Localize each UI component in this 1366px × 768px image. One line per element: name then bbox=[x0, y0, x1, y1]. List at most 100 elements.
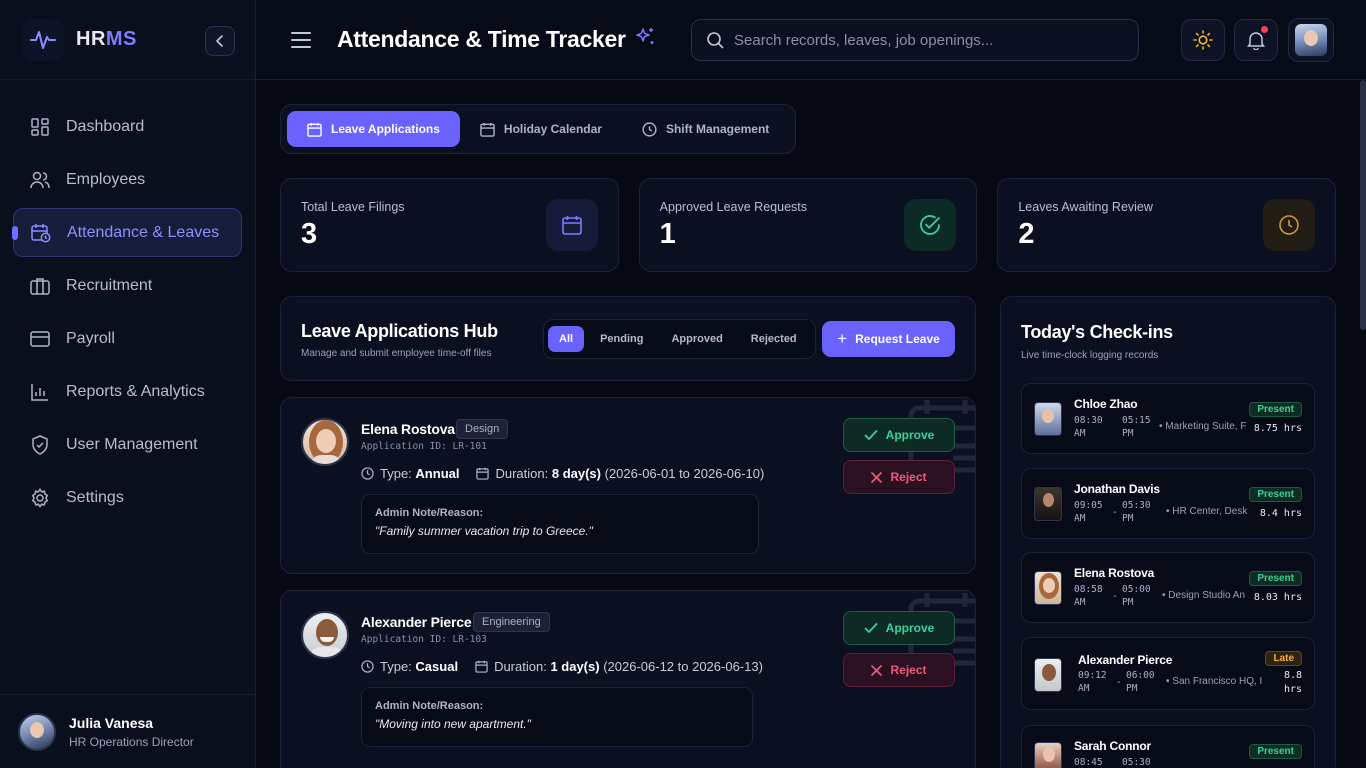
credit-card-icon bbox=[30, 329, 50, 349]
plus-icon: + bbox=[837, 329, 848, 348]
employee-name: Alexander Pierce bbox=[361, 614, 472, 630]
check-in-time: 09:12 AM bbox=[1078, 670, 1107, 694]
calendar-icon bbox=[307, 122, 322, 137]
check-icon bbox=[864, 622, 878, 634]
stat-card-awaiting: Leaves Awaiting Review 2 bbox=[997, 178, 1337, 272]
brand-name: HRMS bbox=[76, 28, 137, 50]
search-input[interactable] bbox=[734, 31, 1114, 49]
check-in-time: 08:58 AM bbox=[1074, 584, 1103, 608]
checkin-item[interactable]: Alexander Pierce Late 09:12 AM - 06:00 PM … bbox=[1021, 637, 1315, 710]
filter-all[interactable]: All bbox=[548, 326, 585, 352]
leave-type: Annual bbox=[415, 466, 460, 481]
sidebar-item-employees[interactable]: Employees bbox=[13, 155, 242, 204]
application-id: Application ID: LR-101 bbox=[361, 441, 487, 452]
check-in-time: 08:30 AM bbox=[1074, 415, 1103, 439]
bell-icon bbox=[1247, 32, 1265, 50]
checkin-item[interactable]: Jonathan Davis Present 09:05 AM - 05:30 PM… bbox=[1021, 468, 1315, 539]
checkin-name: Sarah Connor bbox=[1074, 739, 1151, 753]
avatar bbox=[1034, 571, 1062, 605]
sidebar-item-dashboard[interactable]: Dashboard bbox=[13, 102, 242, 151]
hours-worked: 8.75 hrs bbox=[1253, 423, 1302, 434]
approve-button[interactable]: Approve bbox=[843, 418, 955, 452]
checkin-name: Jonathan Davis bbox=[1074, 482, 1160, 496]
leave-hub-header: Leave Applications Hub Manage and submit… bbox=[280, 296, 976, 381]
menu-icon[interactable] bbox=[291, 31, 311, 48]
tab-holiday-calendar[interactable]: Holiday Calendar bbox=[460, 111, 622, 147]
tab-leave-applications[interactable]: Leave Applications bbox=[287, 111, 460, 147]
checkins-subtitle: Live time-clock logging records bbox=[1021, 350, 1159, 361]
gear-icon bbox=[30, 487, 50, 508]
leave-duration: 1 day(s) bbox=[550, 659, 600, 674]
sidebar-item-label: Reports & Analytics bbox=[66, 382, 205, 400]
sidebar-item-reports[interactable]: Reports & Analytics bbox=[13, 367, 242, 416]
search-icon bbox=[707, 32, 724, 49]
sidebar-item-settings[interactable]: Settings bbox=[13, 473, 242, 522]
note-text: "Family summer vacation trip to Greece." bbox=[375, 524, 593, 538]
checkin-location: • San Francisco HQ, I bbox=[1166, 676, 1263, 687]
leave-card: Elena Rostova Design Application ID: LR-… bbox=[280, 397, 976, 574]
leave-card: Alexander Pierce Engineering Application… bbox=[280, 590, 976, 768]
close-icon bbox=[871, 471, 883, 483]
sidebar-item-label: Recruitment bbox=[66, 276, 153, 294]
checkin-item[interactable]: Chloe Zhao Present 08:30 AM 05:15 PM • Mar… bbox=[1021, 383, 1315, 454]
status-badge: Present bbox=[1249, 487, 1302, 502]
sidebar-item-attendance[interactable]: Attendance & Leaves bbox=[12, 208, 242, 257]
shield-check-icon bbox=[30, 434, 50, 455]
checkin-item[interactable]: Sarah Connor Present 08:45 05:30 bbox=[1021, 725, 1315, 768]
sidebar: HRMS Dashboard Employees Attendance & Le… bbox=[0, 0, 256, 768]
collapse-sidebar-button[interactable] bbox=[205, 26, 235, 56]
sidebar-nav: Dashboard Employees Attendance & Leaves … bbox=[0, 80, 255, 522]
checkins-panel: Today's Check-ins Live time-clock loggin… bbox=[1000, 296, 1336, 768]
leave-range: (2026-06-12 to 2026-06-13) bbox=[603, 659, 763, 674]
theme-toggle-button[interactable] bbox=[1181, 19, 1225, 61]
content: Leave Applications Holiday Calendar Shif… bbox=[280, 104, 1337, 768]
view-tabs: Leave Applications Holiday Calendar Shif… bbox=[280, 104, 797, 154]
request-leave-button[interactable]: + Request Leave bbox=[822, 321, 955, 357]
filter-pending[interactable]: Pending bbox=[586, 326, 657, 352]
check-out-time: 05:30 bbox=[1122, 757, 1151, 768]
sidebar-item-user-management[interactable]: User Management bbox=[13, 420, 242, 469]
filter-rejected[interactable]: Rejected bbox=[737, 326, 811, 352]
checkin-name: Elena Rostova bbox=[1074, 566, 1155, 580]
sidebar-item-label: Employees bbox=[66, 170, 146, 188]
reject-button[interactable]: Reject bbox=[843, 653, 955, 687]
check-out-time: 06:00 PM bbox=[1126, 670, 1155, 694]
tab-shift-management[interactable]: Shift Management bbox=[622, 111, 789, 147]
status-badge: Present bbox=[1249, 402, 1302, 417]
checkin-name: Chloe Zhao bbox=[1074, 397, 1138, 411]
sidebar-item-recruitment[interactable]: Recruitment bbox=[13, 261, 242, 310]
avatar bbox=[1034, 742, 1062, 768]
check-in-time: 09:05 AM bbox=[1074, 500, 1103, 524]
check-circle-icon bbox=[904, 199, 957, 251]
status-badge: Late bbox=[1265, 651, 1302, 666]
account-avatar-button[interactable] bbox=[1288, 18, 1334, 62]
clock-icon bbox=[1263, 199, 1316, 251]
checkin-item[interactable]: Elena Rostova Present 08:58 AM - 05:00 PM … bbox=[1021, 552, 1315, 623]
leave-range: (2026-06-01 to 2026-06-10) bbox=[604, 466, 765, 481]
sun-icon bbox=[1193, 30, 1213, 50]
admin-note: Admin Note/Reason: "Moving into new apar… bbox=[361, 687, 753, 747]
status-filter: All Pending Approved Rejected bbox=[543, 319, 816, 359]
filter-approved[interactable]: Approved bbox=[657, 326, 736, 352]
check-in-time: 08:45 bbox=[1074, 757, 1103, 768]
reject-button[interactable]: Reject bbox=[843, 460, 955, 494]
main: Attendance & Time Tracker Search records… bbox=[256, 0, 1366, 768]
sidebar-item-label: Dashboard bbox=[66, 117, 145, 135]
hub-title: Leave Applications Hub bbox=[301, 321, 498, 341]
calendar-icon bbox=[475, 660, 488, 673]
sidebar-item-payroll[interactable]: Payroll bbox=[13, 314, 242, 363]
scrollbar[interactable] bbox=[1360, 80, 1366, 330]
sparkle-icon bbox=[634, 26, 656, 53]
approve-button[interactable]: Approve bbox=[843, 611, 955, 645]
calendar-icon bbox=[480, 122, 495, 137]
dashboard-grid-icon bbox=[30, 117, 50, 137]
user-profile[interactable]: Julia Vanesa HR Operations Director bbox=[0, 694, 256, 768]
avatar bbox=[301, 418, 349, 466]
notifications-button[interactable] bbox=[1234, 19, 1278, 61]
chevron-left-icon bbox=[216, 35, 223, 47]
clock-icon bbox=[361, 660, 374, 673]
briefcase-icon bbox=[30, 276, 50, 296]
pulse-logo-icon bbox=[22, 18, 64, 61]
search-bar[interactable] bbox=[691, 19, 1139, 61]
hours-worked: 8.03 hrs bbox=[1253, 592, 1302, 603]
